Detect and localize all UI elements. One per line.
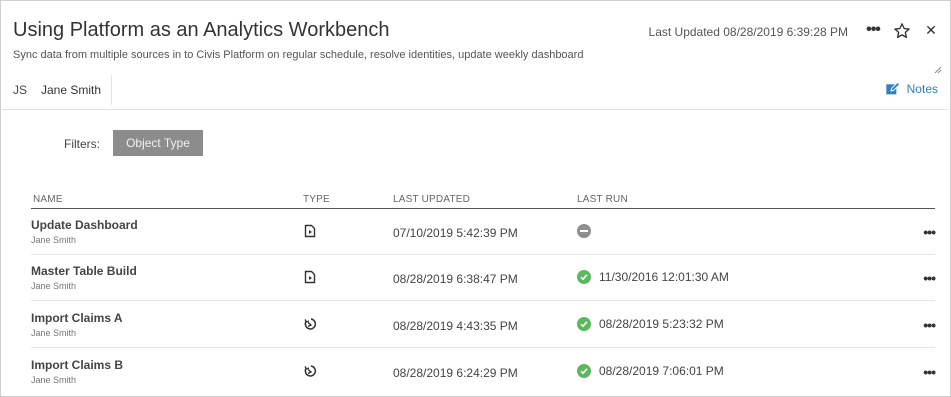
import-icon bbox=[303, 364, 317, 378]
row-name-link[interactable]: Import Claims A bbox=[31, 311, 123, 325]
row-last-run: 08/28/2019 5:23:32 PM bbox=[577, 314, 724, 334]
report-icon bbox=[303, 224, 317, 238]
notes-button[interactable]: Notes bbox=[885, 81, 938, 97]
column-header-last-run[interactable]: LAST RUN bbox=[577, 194, 628, 205]
table-row[interactable]: Import Claims A Jane Smith 08/28/2019 4:43… bbox=[31, 302, 936, 348]
more-options-icon[interactable]: ••• bbox=[864, 21, 882, 39]
divider bbox=[2, 109, 949, 110]
row-last-updated: 08/28/2019 6:24:29 PM bbox=[393, 366, 518, 380]
success-status-icon bbox=[577, 364, 591, 378]
row-author: Jane Smith bbox=[31, 375, 77, 385]
notes-label: Notes bbox=[906, 82, 938, 96]
row-last-run bbox=[577, 221, 599, 241]
project-description: Sync data from multiple sources in to Ci… bbox=[13, 49, 584, 61]
row-author: Jane Smith bbox=[31, 281, 77, 291]
row-last-run: 08/28/2019 7:06:01 PM bbox=[577, 361, 724, 381]
row-author: Jane Smith bbox=[31, 235, 77, 245]
close-icon[interactable]: ✕ bbox=[922, 21, 940, 39]
author-name[interactable]: Jane Smith bbox=[41, 75, 113, 105]
row-last-run-text: 08/28/2019 5:23:32 PM bbox=[599, 317, 724, 331]
row-last-updated: 08/28/2019 4:43:35 PM bbox=[393, 319, 518, 333]
page-title: Using Platform as an Analytics Workbench bbox=[13, 19, 390, 41]
star-icon[interactable] bbox=[892, 21, 912, 41]
row-author: Jane Smith bbox=[31, 328, 77, 338]
row-last-run-text: 11/30/2016 12:01:30 AM bbox=[599, 270, 729, 284]
object-type-filter-button[interactable]: Object Type bbox=[113, 130, 203, 156]
table-row[interactable]: Master Table Build Jane Smith 08/28/2019 6… bbox=[31, 255, 936, 301]
row-more-options-icon[interactable]: ••• bbox=[923, 364, 936, 380]
row-last-run: 11/30/2016 12:01:30 AM bbox=[577, 267, 729, 287]
avatar[interactable]: JS bbox=[13, 83, 35, 97]
filters-label: Filters: bbox=[64, 137, 100, 151]
edit-note-icon bbox=[885, 81, 901, 95]
success-status-icon bbox=[577, 317, 591, 331]
row-name-link[interactable]: Import Claims B bbox=[31, 358, 123, 372]
row-last-updated: 08/28/2019 6:38:47 PM bbox=[393, 272, 518, 286]
success-status-icon bbox=[577, 270, 591, 284]
table-row[interactable]: Update Dashboard Jane Smith 07/10/2019 5:4… bbox=[31, 209, 936, 255]
row-more-options-icon[interactable]: ••• bbox=[923, 224, 936, 240]
row-last-run-text: 08/28/2019 7:06:01 PM bbox=[599, 364, 724, 378]
column-header-last-updated[interactable]: LAST UPDATED bbox=[393, 194, 470, 205]
resize-handle-icon[interactable] bbox=[932, 61, 942, 74]
column-header-name[interactable]: NAME bbox=[33, 194, 63, 205]
row-more-options-icon[interactable]: ••• bbox=[923, 317, 936, 333]
project-panel: Using Platform as an Analytics Workbench… bbox=[0, 0, 951, 397]
row-last-updated: 07/10/2019 5:42:39 PM bbox=[393, 226, 518, 240]
report-icon bbox=[303, 270, 317, 284]
row-more-options-icon[interactable]: ••• bbox=[923, 270, 936, 286]
column-header-type[interactable]: TYPE bbox=[303, 194, 330, 205]
table-row[interactable]: Import Claims B Jane Smith 08/28/2019 6:24… bbox=[31, 349, 936, 395]
cancelled-status-icon bbox=[577, 224, 591, 238]
author-bar: JS Jane Smith bbox=[13, 75, 113, 105]
row-name-link[interactable]: Master Table Build bbox=[31, 264, 137, 278]
row-name-link[interactable]: Update Dashboard bbox=[31, 218, 138, 232]
last-updated-text: Last Updated 08/28/2019 6:39:28 PM bbox=[648, 25, 848, 39]
import-icon bbox=[303, 317, 317, 331]
